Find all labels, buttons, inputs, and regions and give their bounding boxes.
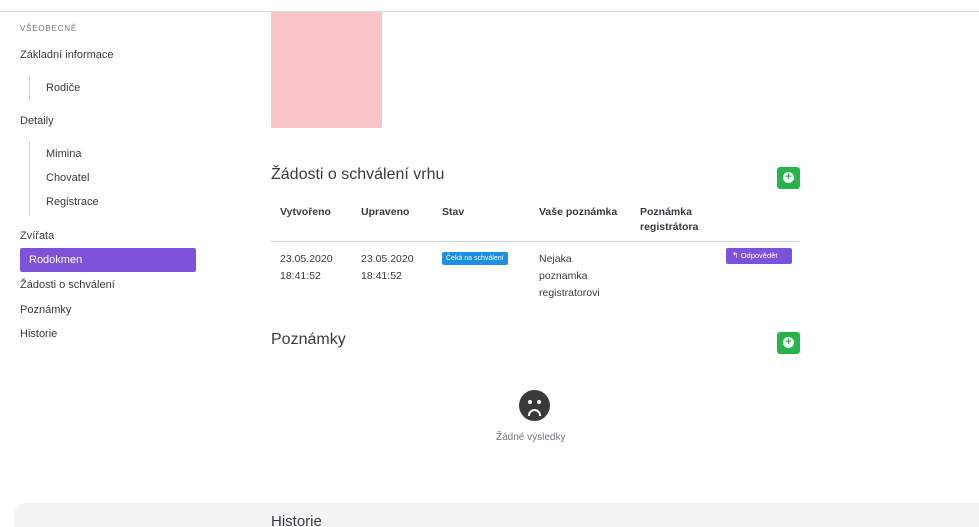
sad-face-icon [519,390,550,421]
reply-button-label: Odpovědět [740,251,778,260]
sidebar-item-chovatel[interactable]: Chovatel [46,172,89,184]
image-placeholder [271,12,382,128]
reply-button[interactable]: ↰ Odpovědět [726,248,792,264]
sidebar-item-historie[interactable]: Historie [20,328,57,340]
cell-updated: 23.05.2020 18:41:52 [361,253,414,282]
sidebar-item-detaily[interactable]: Detaily [20,115,54,127]
cell-created: 23.05.2020 18:41:52 [280,253,333,282]
sidebar-item-mimina[interactable]: Mimina [46,148,81,160]
column-header-registrar-note: Poznámka registrátora [640,206,699,233]
sidebar-item-rodice[interactable]: Rodiče [46,82,80,94]
table-header-divider [271,241,800,242]
sidebar-section-label: VŠEOBECNÉ [20,24,77,33]
sidebar: VŠEOBECNÉ Základní informace Rodiče Deta… [0,0,205,527]
empty-results-text: Žádné výsledky [496,432,566,443]
eye-left [528,400,532,404]
sidebar-subgroup-zakladni: Rodiče [29,76,80,101]
history-panel [14,503,979,527]
history-title: Historie [271,513,322,527]
mouth [528,409,541,416]
column-header-your-note: Vaše poznámka [539,206,618,218]
add-note-button[interactable] [777,332,800,354]
sidebar-item-zvirata[interactable]: Zvířata [20,230,54,242]
sidebar-item-zakladni[interactable]: Základní informace [20,49,114,61]
column-header-status: Stav [442,206,465,218]
sidebar-item-poznamky[interactable]: Poznámky [20,304,71,316]
eye-right [537,400,541,404]
sidebar-item-registrace[interactable]: Registrace [46,196,99,208]
column-header-created: Vytvořeno [280,206,331,218]
status-badge: Čeká na schválení [442,252,508,265]
cell-your-note: Nejaka poznamka registratorovi [539,253,600,299]
sidebar-item-label: Rodokmen [29,254,83,266]
column-header-updated: Upraveno [361,206,410,218]
sidebar-item-rodokmen[interactable]: Rodokmen [20,248,196,272]
notes-title: Poznámky [271,331,346,348]
sidebar-subgroup-detaily: Mimina Chovatel Registrace [29,141,99,216]
requests-title: Žádosti o schválení vrhu [271,166,445,183]
add-request-button[interactable] [777,167,800,189]
reply-icon: ↰ [732,251,739,260]
sidebar-item-zadosti[interactable]: Žádosti o schválení [20,279,115,291]
